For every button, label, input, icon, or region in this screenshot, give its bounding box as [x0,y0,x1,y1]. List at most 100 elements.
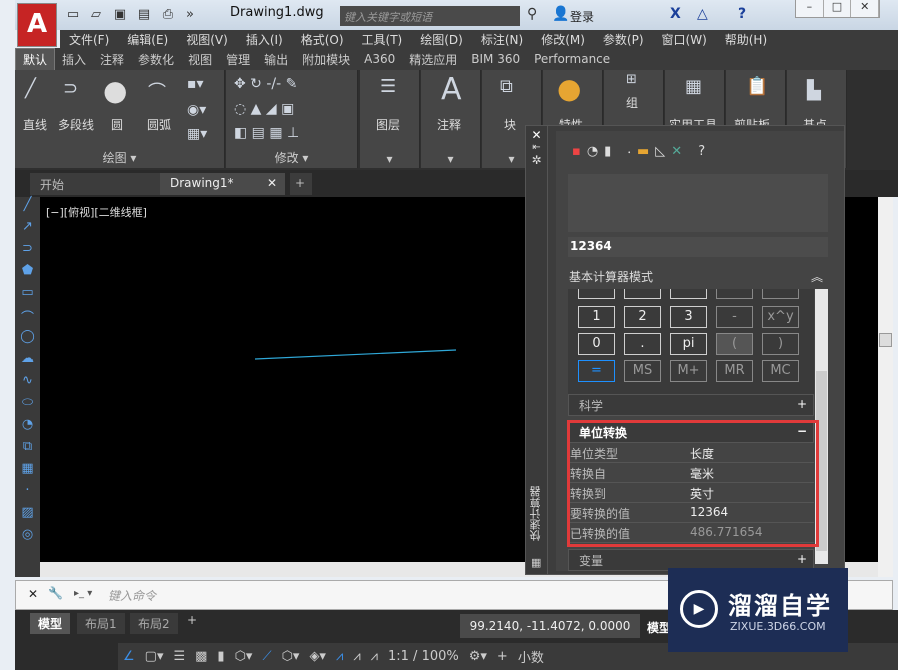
key-2[interactable]: 2 [624,306,661,328]
plus-icon[interactable]: + [492,649,513,664]
command-input[interactable]: 键入命令 [108,587,156,604]
menu-dimension[interactable]: 标注(N) [481,30,523,48]
circle-tool-icon[interactable]: ◯ [15,329,40,351]
scale-dropdown[interactable]: 1:1 / 100% [383,649,464,664]
draw-panel-label[interactable]: 绘图 ▾ [15,149,224,166]
tab-performance[interactable]: Performance [527,50,617,68]
help-icon[interactable]: ? [698,144,711,159]
insert-block-icon[interactable]: ⧉ [15,439,40,461]
annotation-visibility-icon[interactable]: ⩘ [331,649,348,664]
line-icon[interactable]: ╱ [25,78,36,99]
auto-scale-icon[interactable]: ⩘ [348,649,365,664]
key-0[interactable]: 0 [578,333,615,355]
tab-featured[interactable]: 精选应用 [402,49,464,70]
xline-tool-icon[interactable]: ↗ [15,219,40,241]
menu-edit[interactable]: 编辑(E) [127,30,168,48]
customize-icon[interactable]: 🔧 [48,586,63,600]
properties-icon[interactable]: ✲ [526,153,547,167]
viewport-controls[interactable]: [−][俯视][二维线框] [46,204,147,220]
key-power[interactable]: x^y [762,306,799,328]
menu-modify[interactable]: 修改(M) [541,30,585,48]
cloud-tool-icon[interactable]: ☁ [15,351,40,373]
tab-a360[interactable]: A360 [357,50,402,68]
help-icon[interactable]: ? [738,6,746,22]
save-as-icon[interactable]: ▤ [136,7,152,23]
line-button[interactable]: 直线 [23,116,47,133]
minimize-button[interactable]: – [796,0,824,17]
polyline-button[interactable]: 多段线 [58,116,94,133]
distance-icon[interactable]: ▬ [637,144,655,159]
key-equals[interactable]: = [578,360,615,382]
clear-icon[interactable]: ▪ [572,144,587,159]
intersection-icon[interactable]: ✕ [671,144,688,159]
circle-icon[interactable]: ● [103,74,127,107]
binoculars-icon[interactable]: ⚲ [527,6,537,22]
tab-bim360[interactable]: BIM 360 [464,50,527,68]
close-tab-icon[interactable]: ✕ [267,176,277,190]
collapse-icon[interactable]: ︽ [811,268,823,285]
units-dropdown[interactable]: 小数 [513,647,549,666]
autohide-icon[interactable]: ⇤ [526,142,547,153]
key-ms[interactable]: MS [624,360,661,382]
key-close-paren[interactable]: ) [762,333,799,355]
dynamic-ucs-icon[interactable]: ⟋ [257,649,276,664]
expand-icon[interactable]: + [797,397,807,411]
get-coordinates-icon[interactable]: ⸳ [627,144,636,159]
add-layout-button[interactable]: + [187,613,197,627]
transparency-icon[interactable]: ▩ [190,649,212,664]
menu-format[interactable]: 格式(O) [301,30,344,48]
close-cmd-icon[interactable]: ✕ [28,587,38,601]
region-tool-icon[interactable]: ◎ [15,527,40,549]
polygon-tool-icon[interactable]: ⬟ [15,263,40,285]
menu-tools[interactable]: 工具(T) [362,30,403,48]
login-button[interactable]: 登录 [570,8,594,25]
new-icon[interactable]: ▭ [65,7,81,23]
tab-start[interactable]: 开始 [30,173,160,195]
spline-tool-icon[interactable]: ∿ [15,373,40,395]
tab-annotate[interactable]: 注释 [93,49,131,70]
autodesk-icon[interactable]: △ [697,6,708,22]
line-tool-icon[interactable]: ╱ [15,197,40,219]
paste-icon[interactable]: ▮ [604,144,617,159]
point-tool-icon[interactable]: · [15,483,40,505]
more-icon[interactable]: » [182,7,198,23]
prompt-icon[interactable]: ▸_ ▾ [74,588,92,599]
menu-param[interactable]: 参数(P) [603,30,644,48]
tab-layout2[interactable]: 布局2 [130,613,178,634]
clear-history-icon[interactable]: ◔ [587,144,604,159]
ortho-icon[interactable]: ∠ [118,649,140,664]
circle-button[interactable]: 圆 [111,116,123,133]
lineweight-icon[interactable]: ☰ [168,649,190,664]
snap-icon[interactable]: ▢▾ [140,649,169,664]
key-open-paren[interactable]: ( [716,333,753,355]
menu-window[interactable]: 窗口(W) [662,30,707,48]
key-1[interactable]: 1 [578,306,615,328]
rectangle-icon[interactable]: ▪▾ [187,76,204,92]
user-icon[interactable]: 👤 [552,6,569,22]
3d-osnap-icon[interactable]: ⬡▾ [277,649,305,664]
key-3[interactable]: 3 [670,306,707,328]
stretch-icon[interactable]: ◧ ▤ ▦ ⊥ [234,125,299,141]
vertical-scrollbar[interactable] [878,197,893,577]
key-minus[interactable]: - [716,306,753,328]
key-mc[interactable]: MC [762,360,799,382]
tab-insert[interactable]: 插入 [55,49,93,70]
search-input[interactable]: 键入关键字或短语 [340,6,520,26]
app-menu-logo[interactable]: A [17,3,57,47]
close-palette-icon[interactable]: ✕ [526,128,547,142]
ellipse-arc-tool-icon[interactable]: ◔ [15,417,40,439]
tab-layout1[interactable]: 布局1 [77,613,125,634]
close-button[interactable]: ✕ [851,0,880,17]
tab-view[interactable]: 视图 [181,49,219,70]
tab-manage[interactable]: 管理 [219,49,257,70]
selection-icon[interactable]: ▮ [212,649,229,664]
hatch-icon[interactable]: ◉▾ [187,102,206,118]
key-mplus[interactable]: M+ [670,360,707,382]
boundary-icon[interactable]: ▦▾ [187,126,207,142]
tab-model[interactable]: 模型 [30,613,71,634]
new-tab-button[interactable]: + [290,173,312,195]
hatch-tool-icon[interactable]: ▨ [15,505,40,527]
exchange-icon[interactable]: X [670,6,681,22]
maximize-button[interactable]: □ [824,0,852,17]
make-block-icon[interactable]: ▦ [15,461,40,483]
